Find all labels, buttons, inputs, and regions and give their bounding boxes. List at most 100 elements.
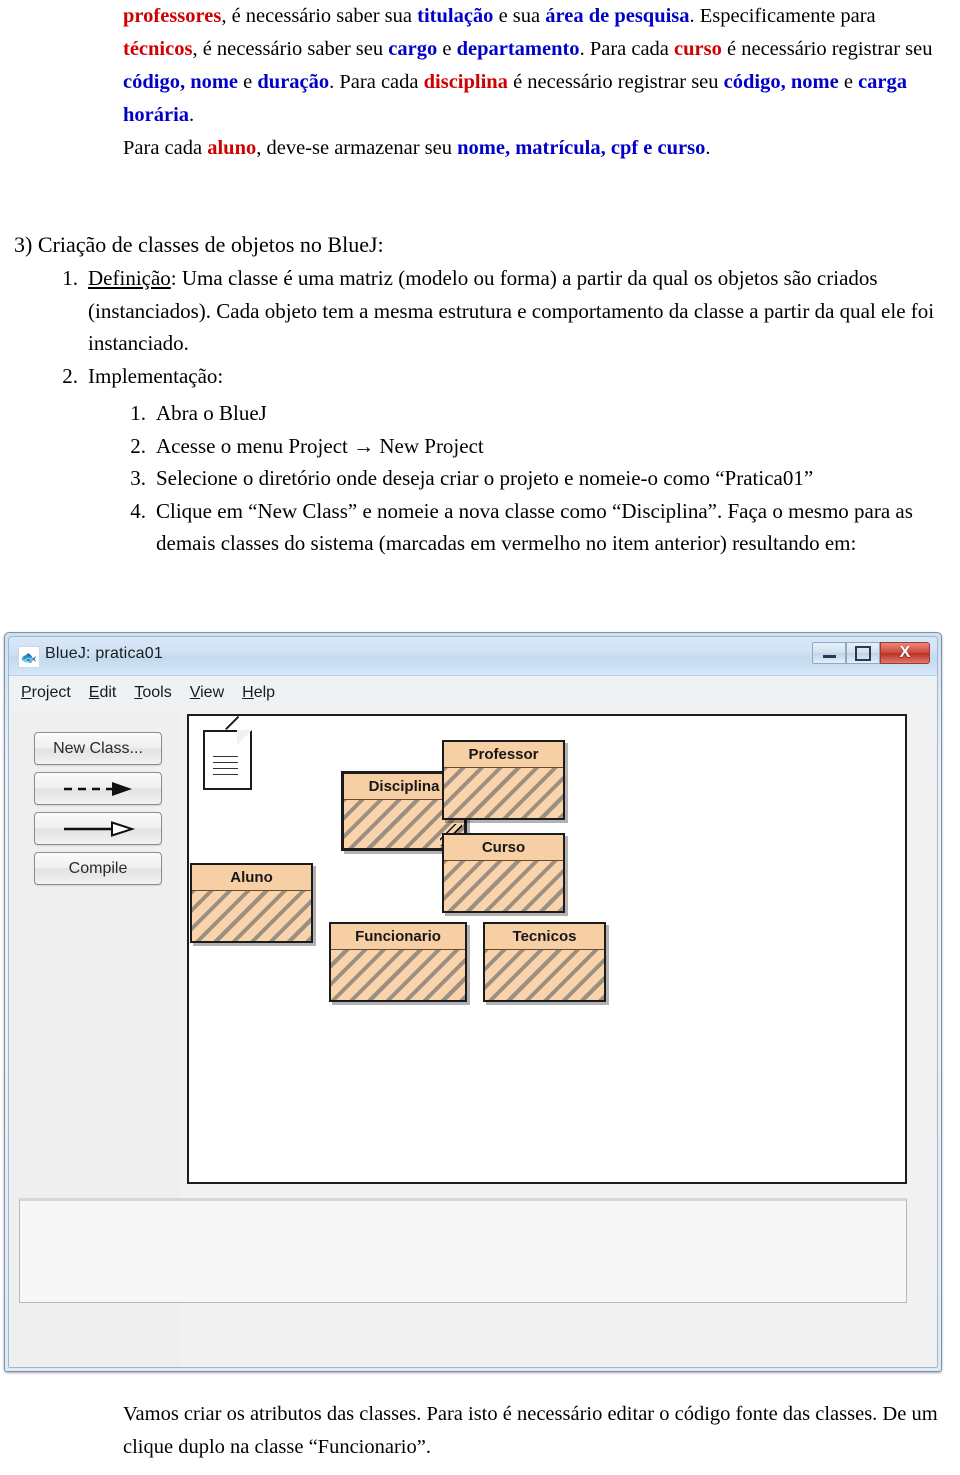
bluej-window-inner: 🐟 BlueJ: pratica01 X Project Edit Tools … xyxy=(8,636,938,1368)
menu-help[interactable]: Help xyxy=(242,684,275,702)
intro-text-block: professores, é necessário saber sua titu… xyxy=(0,0,960,165)
class-box-curso[interactable]: Curso xyxy=(442,833,565,913)
readme-line xyxy=(213,762,238,763)
readme-line xyxy=(213,774,238,775)
text-run: . xyxy=(189,104,195,126)
class-name-label: Tecnicos xyxy=(485,924,604,950)
text-run: curso xyxy=(674,38,722,60)
class-box-aluno[interactable]: Aluno xyxy=(190,863,313,943)
list-number: 2. xyxy=(62,363,78,388)
footer-text-block: Vamos criar os atributos das classes. Pa… xyxy=(0,1398,960,1464)
class-box-professor[interactable]: Professor xyxy=(442,740,565,820)
window-controls: X xyxy=(812,642,930,664)
list-item: 1. Abra o BlueJ xyxy=(120,397,960,430)
text-run: disciplina xyxy=(423,71,508,93)
class-box-tecnicos[interactable]: Tecnicos xyxy=(483,922,606,1002)
text-run: departamento xyxy=(456,38,580,60)
class-name-label: Aluno xyxy=(192,865,311,891)
class-body-hatched xyxy=(192,891,311,941)
text-run: nome, matrícula, cpf e curso xyxy=(457,137,706,159)
readme-line xyxy=(213,756,238,757)
text-run: código, nome xyxy=(723,71,839,93)
text-run: e xyxy=(838,71,859,93)
maximize-button[interactable] xyxy=(846,642,880,664)
text-run: . Especificamente para xyxy=(689,5,876,27)
class-box-funcionario[interactable]: Funcionario xyxy=(329,922,467,1002)
text-run: e xyxy=(437,38,457,60)
list-item: 2. Acesse o menu Project → New Project xyxy=(120,430,960,463)
list-text: Clique em “New Class” e nomeie a nova cl… xyxy=(156,498,913,556)
level1-list: 1. Definição: Uma classe é uma matriz (m… xyxy=(46,262,956,392)
text-run: duração xyxy=(257,71,330,93)
class-diagram-canvas[interactable]: Disciplina Professor Curso Aluno Funcion… xyxy=(187,714,907,1184)
list-number: 2. xyxy=(130,433,146,458)
text-run: , é necessário saber seu xyxy=(192,38,389,60)
text-run: e sua xyxy=(493,5,546,27)
list-text: Implementação: xyxy=(88,363,224,388)
list-item: 4. Clique em “New Class” e nomeie a nova… xyxy=(120,495,960,560)
hollow-arrow-icon xyxy=(64,820,136,837)
minimize-icon xyxy=(822,655,836,658)
list-item: 2. Implementação: xyxy=(46,360,956,393)
text-run: técnicos xyxy=(123,38,193,60)
list-number: 1. xyxy=(62,266,78,290)
window-title: BlueJ: pratica01 xyxy=(45,645,163,662)
menu-view[interactable]: View xyxy=(190,684,224,702)
dependency-arrow-button[interactable] xyxy=(34,772,162,805)
class-name-label: Curso xyxy=(444,835,563,861)
compile-button[interactable]: Compile xyxy=(34,852,162,885)
text-run: é necessário registrar seu xyxy=(507,71,724,93)
page-root: professores, é necessário saber sua titu… xyxy=(0,0,960,1475)
list-text: Selecione o diretório onde deseja criar … xyxy=(156,466,814,490)
new-class-button[interactable]: New Class... xyxy=(34,732,162,765)
list-text: Definição: Uma classe é uma matriz (mode… xyxy=(88,262,956,360)
close-button[interactable]: X xyxy=(880,642,930,664)
text-run: . xyxy=(705,137,711,159)
text-run: , deve-se armazenar seu xyxy=(256,137,458,159)
class-body-hatched xyxy=(444,768,563,818)
text-run: professores xyxy=(123,5,222,27)
class-body-hatched xyxy=(444,861,563,911)
list-item: 3. Selecione o diretório onde deseja cri… xyxy=(120,462,960,495)
list-number: 3. xyxy=(130,466,146,490)
text-run: Para cada xyxy=(123,137,208,159)
class-name-label: Professor xyxy=(444,742,563,768)
text-run: . Para cada xyxy=(329,71,424,93)
dashed-arrow-icon xyxy=(64,781,132,796)
definicao-text: : Uma classe é uma matriz (modelo ou for… xyxy=(88,266,935,355)
text-run: código, nome xyxy=(123,71,239,93)
text-run: aluno xyxy=(207,137,257,159)
text-run: titulação xyxy=(417,5,494,27)
level2-list: 1. Abra o BlueJ 2. Acesse o menu Project… xyxy=(120,397,960,560)
paragraph-aluno: Para cada aluno, deve-se armazenar seu n… xyxy=(0,132,960,165)
bluej-window[interactable]: 🐟 BlueJ: pratica01 X Project Edit Tools … xyxy=(4,632,942,1372)
menu-edit[interactable]: Edit xyxy=(89,684,117,702)
readme-file-icon[interactable] xyxy=(203,715,252,790)
list-text: Acesse o menu Project → New Project xyxy=(156,433,484,458)
section-heading: 3) Criação de classes de objetos no Blue… xyxy=(14,232,384,257)
inheritance-arrow-button[interactable] xyxy=(34,812,162,845)
text-run: . Para cada xyxy=(579,38,675,60)
menu-project[interactable]: Project xyxy=(21,684,71,702)
list-item: 1. Definição: Uma classe é uma matriz (m… xyxy=(46,262,956,360)
paragraph-professores: professores, é necessário saber sua titu… xyxy=(0,0,960,132)
window-titlebar[interactable]: 🐟 BlueJ: pratica01 X xyxy=(9,637,937,676)
text-run: área de pesquisa xyxy=(545,5,690,27)
menubar: Project Edit Tools View Help xyxy=(9,676,937,711)
footer-paragraph: Vamos criar os atributos das classes. Pa… xyxy=(123,1403,938,1458)
minimize-button[interactable] xyxy=(812,642,846,664)
bluej-logo-icon: 🐟 xyxy=(18,646,40,668)
list-number: 1. xyxy=(130,401,146,425)
work-area: New Class... Compile Disciplina Professo… xyxy=(9,710,937,1367)
terminal-output-pane[interactable] xyxy=(19,1198,907,1303)
maximize-icon xyxy=(855,645,871,661)
class-name-label: Funcionario xyxy=(331,924,465,950)
text-run: é necessário registrar seu xyxy=(721,38,933,60)
class-body-hatched xyxy=(485,950,604,1000)
menu-tools[interactable]: Tools xyxy=(134,684,171,702)
text-run: e xyxy=(238,71,258,93)
readme-line xyxy=(213,768,238,769)
definicao-underline: Definição xyxy=(88,266,171,290)
class-body-hatched xyxy=(331,950,465,1000)
list-text: Abra o BlueJ xyxy=(156,401,267,425)
